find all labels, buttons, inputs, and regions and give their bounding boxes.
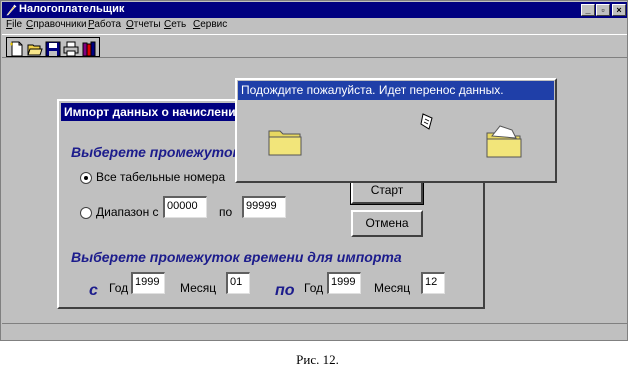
- cancel-button[interactable]: Отмена: [351, 210, 423, 237]
- menu-network[interactable]: Сеть: [164, 19, 186, 30]
- title-bar: Налогоплательщик _ ▫ ×: [2, 2, 627, 18]
- wait-message: Подождите пожалуйста. Идет перенос данны…: [241, 83, 504, 97]
- from-month-input[interactable]: 01: [226, 272, 250, 294]
- to-month-label: Месяц: [374, 281, 411, 295]
- to-year-input[interactable]: 1999: [327, 272, 361, 294]
- all-numbers-label: Все табельные номера: [96, 170, 226, 184]
- wait-dialog-title-bar: Подождите пожалуйста. Идет перенос данны…: [238, 81, 554, 100]
- from-year-input[interactable]: 1999: [131, 272, 165, 294]
- books-icon[interactable]: [81, 41, 97, 57]
- flying-document-icon: [420, 113, 433, 130]
- app-icon: [6, 4, 17, 16]
- new-document-icon[interactable]: [9, 41, 25, 57]
- destination-folder-icon: [486, 125, 522, 158]
- status-bar: [2, 323, 627, 340]
- from-prefix: с: [89, 282, 98, 299]
- all-numbers-radio[interactable]: [80, 172, 92, 184]
- menu-file[interactable]: File: [6, 19, 22, 30]
- toolbar: [2, 34, 627, 58]
- range-to-input[interactable]: 99999: [242, 196, 286, 218]
- from-year-label: Год: [109, 281, 129, 295]
- menu-bar: File Справочники Работа Отчеты Сеть Серв…: [2, 18, 627, 33]
- range-to-label: по: [219, 205, 233, 219]
- to-year-label: Год: [304, 281, 324, 295]
- range-heading: Выберете промежуток: [71, 144, 240, 160]
- print-icon[interactable]: [63, 41, 79, 57]
- open-folder-icon[interactable]: [27, 41, 43, 57]
- menu-directories[interactable]: Справочники: [26, 19, 87, 30]
- range-radio[interactable]: [80, 207, 92, 219]
- figure-caption: Рис. 12.: [296, 352, 339, 367]
- minimize-button[interactable]: _: [581, 4, 595, 16]
- wait-dialog: Подождите пожалуйста. Идет перенос данны…: [235, 78, 557, 183]
- from-month-label: Месяц: [180, 281, 217, 295]
- range-from-label: Диапазон с: [96, 205, 159, 219]
- range-from-input[interactable]: 00000: [163, 196, 207, 218]
- save-disk-icon[interactable]: [45, 41, 61, 57]
- source-folder-icon: [268, 130, 302, 156]
- import-dialog-title: Импорт данных о начислениях: [64, 105, 250, 119]
- to-month-input[interactable]: 12: [421, 272, 445, 294]
- toolbar-button-group: [6, 37, 100, 57]
- menu-reports[interactable]: Отчеты: [126, 19, 161, 30]
- time-heading: Выберете промежуток времени для импорта: [71, 249, 402, 265]
- app-title: Налогоплательщик: [19, 3, 125, 15]
- menu-service[interactable]: Сервис: [193, 19, 227, 30]
- close-button[interactable]: ×: [612, 4, 626, 16]
- to-prefix: по: [275, 282, 295, 299]
- menu-work[interactable]: Работа: [88, 19, 121, 30]
- restore-button[interactable]: ▫: [596, 4, 610, 16]
